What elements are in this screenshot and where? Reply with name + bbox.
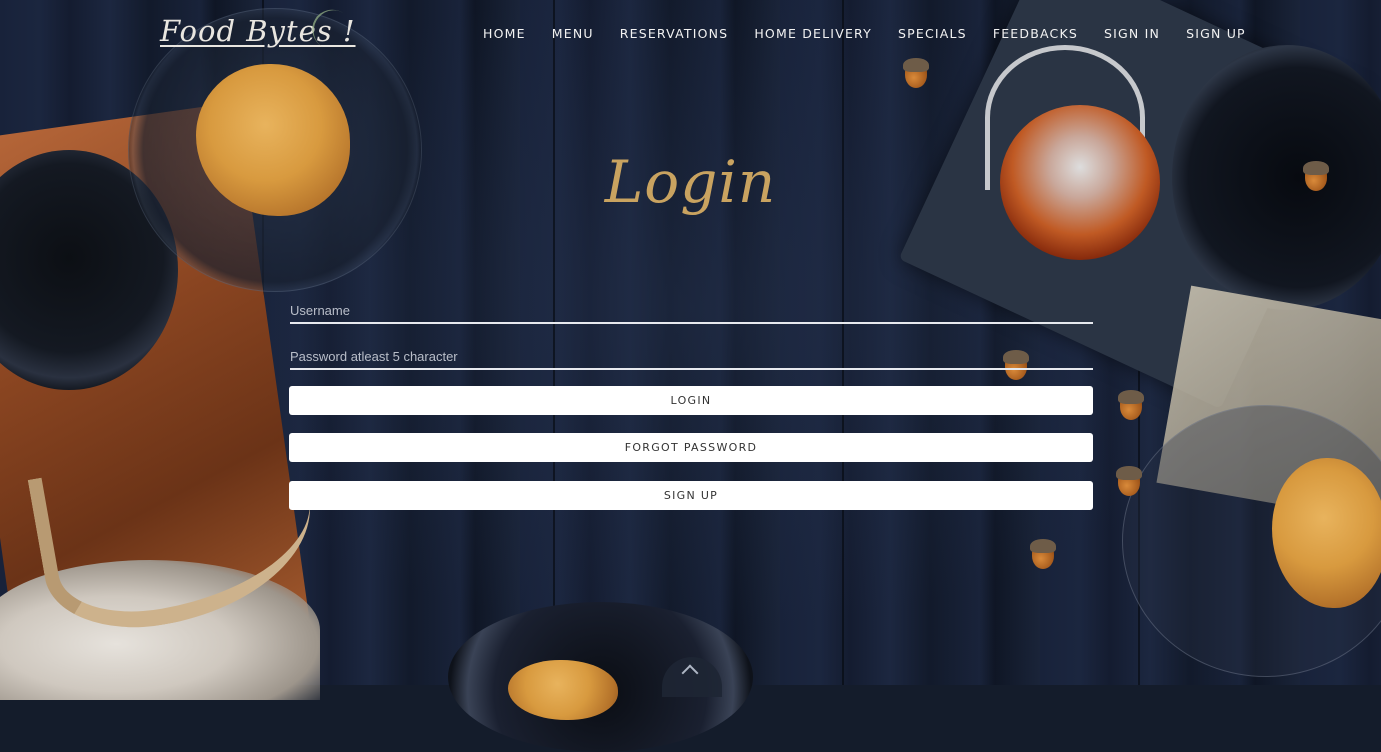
acorn-decor — [1118, 390, 1144, 420]
plank-seam — [553, 0, 555, 685]
username-field[interactable] — [290, 298, 1093, 324]
acorn-decor — [1116, 466, 1142, 496]
login-button[interactable]: LOGIN — [289, 386, 1093, 415]
forgot-password-button[interactable]: FORGOT PASSWORD — [289, 433, 1093, 462]
nav-home[interactable]: HOME — [470, 25, 539, 43]
password-field[interactable] — [290, 344, 1093, 370]
nav-sign-in[interactable]: SIGN IN — [1091, 25, 1173, 43]
nav-reservations[interactable]: RESERVATIONS — [607, 25, 742, 43]
nav-menu[interactable]: MENU — [539, 25, 607, 43]
nav-feedbacks[interactable]: FEEDBACKS — [980, 25, 1091, 43]
acorn-decor — [1030, 539, 1056, 569]
nav-specials[interactable]: SPECIALS — [885, 25, 980, 43]
acorn-decor — [903, 58, 929, 88]
page-title: Login — [604, 148, 777, 216]
main-nav: HOME MENU RESERVATIONS HOME DELIVERY SPE… — [470, 25, 1259, 43]
sign-up-button[interactable]: SIGN UP — [289, 481, 1093, 510]
nav-sign-up[interactable]: SIGN UP — [1173, 25, 1259, 43]
nav-home-delivery[interactable]: HOME DELIVERY — [741, 25, 885, 43]
plank-seam — [842, 0, 844, 685]
